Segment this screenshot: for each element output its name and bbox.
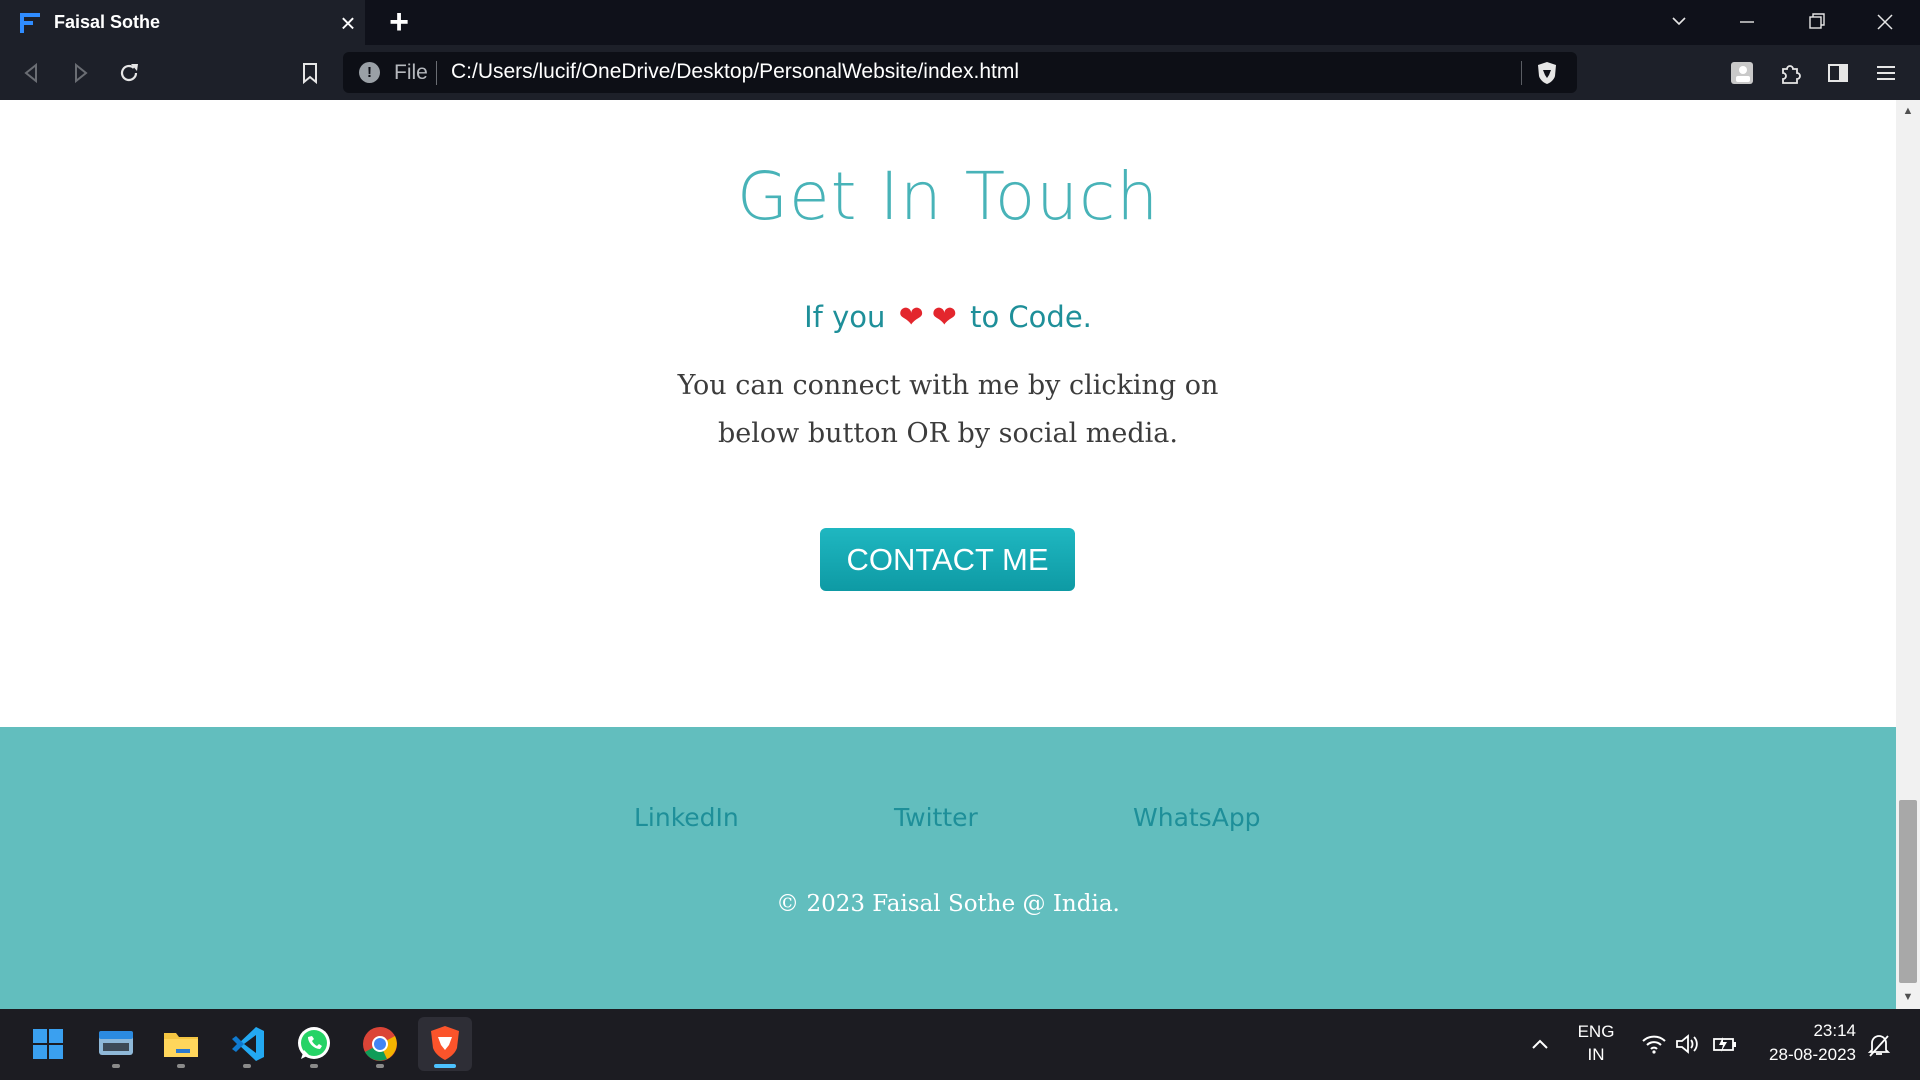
brave-lion-icon [431, 1026, 459, 1060]
page-viewport: Get In Touch If you ❤ ❤ to Code. You can … [0, 100, 1896, 1009]
contact-description: You can connect with me by clicking on b… [677, 370, 1219, 449]
heart-icon: ❤ [931, 300, 957, 335]
copyright-text: © 2023 Faisal Sothe @ India. [776, 891, 1120, 917]
clock-date[interactable]: 28-08-2023 [1752, 1045, 1856, 1065]
taskbar: ENG IN 23:14 28-08-2023 [0, 1009, 1920, 1080]
whatsapp-link[interactable]: WhatsApp [1133, 803, 1261, 832]
app-indicator [434, 1064, 456, 1068]
notification-bell-icon[interactable] [1866, 1032, 1892, 1058]
start-button[interactable] [21, 1017, 75, 1071]
app-indicator [177, 1064, 185, 1068]
language-indicator[interactable]: ENG [1574, 1022, 1618, 1042]
profile-avatar-icon[interactable] [1726, 57, 1758, 89]
sidebar-toggle-icon[interactable] [1822, 57, 1854, 89]
heart-icon: ❤ [898, 300, 924, 335]
windows-logo-icon [33, 1029, 63, 1059]
minimize-icon[interactable] [1727, 8, 1767, 36]
tab-title: Faisal Sothe [54, 12, 161, 32]
bookmark-icon[interactable] [294, 57, 326, 89]
taskbar-app-chrome[interactable] [353, 1017, 407, 1071]
back-icon[interactable] [16, 57, 48, 89]
plus-icon[interactable]: + [384, 5, 414, 39]
contact-me-button[interactable]: CONTACT ME [820, 528, 1075, 591]
url-scheme-label: File [394, 61, 428, 84]
divider [1521, 61, 1522, 85]
tab-bar: Faisal Sothe × + [0, 0, 1920, 45]
url-text[interactable]: C:/Users/lucif/OneDrive/Desktop/Personal… [451, 60, 1019, 84]
tagline: If you ❤ ❤ to Code. [0, 300, 1896, 335]
taskbar-app-vscode[interactable] [220, 1017, 274, 1071]
whatsapp-icon [298, 1027, 330, 1059]
volume-icon[interactable] [1674, 1032, 1700, 1056]
tagline-start: If you [804, 300, 886, 334]
site-info-icon[interactable]: ! [359, 62, 380, 83]
scrollbar-thumb[interactable] [1899, 800, 1917, 983]
taskbar-app-brave[interactable] [418, 1017, 472, 1071]
taskbar-app-whatsapp[interactable] [287, 1017, 341, 1071]
keyboard-app-icon [99, 1031, 133, 1055]
chrome-icon [363, 1027, 397, 1061]
scroll-down-icon[interactable]: ▼ [1900, 990, 1916, 1004]
scroll-up-icon[interactable]: ▲ [1900, 104, 1916, 118]
twitter-link[interactable]: Twitter [894, 803, 978, 832]
tagline-end: to Code. [970, 300, 1092, 334]
page-title: Get In Touch [736, 158, 1160, 235]
battery-charging-icon[interactable] [1711, 1033, 1739, 1055]
address-bar[interactable]: ! File C:/Users/lucif/OneDrive/Desktop/P… [343, 52, 1577, 93]
vscode-icon [232, 1027, 264, 1061]
clock-time[interactable]: 23:14 [1752, 1021, 1856, 1041]
site-favicon-icon [20, 13, 40, 33]
tab-search-chevron-icon[interactable] [1659, 8, 1699, 36]
site-footer: LinkedIn Twitter WhatsApp © 2023 Faisal … [0, 727, 1896, 1009]
taskbar-app-file-explorer[interactable] [154, 1017, 208, 1071]
restore-icon[interactable] [1796, 8, 1836, 36]
menu-hamburger-icon[interactable] [1870, 57, 1902, 89]
forward-icon[interactable] [64, 57, 96, 89]
close-window-icon[interactable] [1865, 8, 1905, 36]
close-icon[interactable]: × [335, 10, 361, 36]
brave-shield-icon[interactable] [1536, 61, 1558, 85]
region-indicator[interactable]: IN [1574, 1045, 1618, 1065]
divider [436, 61, 437, 85]
app-indicator [376, 1064, 384, 1068]
wifi-icon[interactable] [1641, 1033, 1667, 1055]
app-indicator [112, 1064, 120, 1068]
app-indicator [310, 1064, 318, 1068]
chevron-up-icon[interactable] [1529, 1034, 1551, 1056]
app-indicator [243, 1064, 251, 1068]
linkedin-link[interactable]: LinkedIn [634, 803, 739, 832]
folder-icon [164, 1033, 198, 1057]
reload-icon[interactable] [113, 57, 145, 89]
browser-tab[interactable]: Faisal Sothe × [0, 0, 365, 45]
taskbar-app-keyboard[interactable] [89, 1017, 143, 1071]
extensions-puzzle-icon[interactable] [1774, 57, 1806, 89]
